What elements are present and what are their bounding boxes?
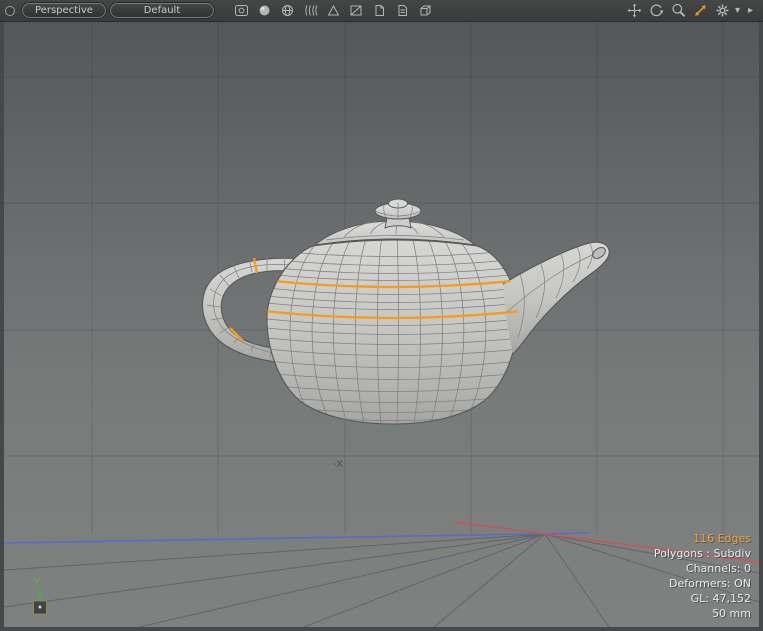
y-axis-label: Y xyxy=(33,577,41,588)
view-type-dropdown[interactable]: Perspective xyxy=(22,3,106,18)
render-preview-icon xyxy=(234,4,249,17)
fit-view-icon xyxy=(693,3,708,18)
3d-viewport[interactable]: -X Y 116 Edges Polygons : Subdiv Channel… xyxy=(4,22,759,627)
shaded-sphere-button[interactable] xyxy=(255,2,274,19)
settings-button[interactable] xyxy=(713,2,732,19)
zoom-icon xyxy=(671,3,686,18)
box-icon xyxy=(418,4,433,17)
zoom-button[interactable] xyxy=(669,2,688,19)
hud-scale: 50 mm xyxy=(654,606,751,621)
box-button[interactable] xyxy=(416,2,435,19)
stripes-button[interactable] xyxy=(301,2,320,19)
orbit-icon xyxy=(649,3,664,18)
cone-button[interactable] xyxy=(324,2,343,19)
document-alt-button[interactable] xyxy=(393,2,412,19)
render-preview-button[interactable] xyxy=(232,2,251,19)
pan-icon xyxy=(627,3,642,18)
wire-sphere-button[interactable] xyxy=(278,2,297,19)
hud-edges: 116 Edges xyxy=(654,531,751,546)
document-button[interactable] xyxy=(370,2,389,19)
shading-style-dropdown[interactable]: Default xyxy=(110,3,214,18)
viewport-window: Perspective Default ▾ ▸ xyxy=(0,0,763,631)
corner-square-button[interactable] xyxy=(347,2,366,19)
teapot-lid xyxy=(315,199,475,245)
origin-dot xyxy=(39,606,42,609)
flyout-arrow-icon[interactable]: ▸ xyxy=(748,5,758,16)
workplane-axis-label: -X xyxy=(333,459,343,470)
z-axis-line xyxy=(4,533,589,543)
corner-square-icon xyxy=(349,4,364,17)
teapot-spout xyxy=(503,242,609,354)
settings-dropdown-arrow-icon[interactable]: ▾ xyxy=(735,5,745,16)
gear-icon xyxy=(715,3,730,18)
shaded-sphere-icon xyxy=(257,4,272,17)
origin-axis-widget: Y xyxy=(28,573,68,619)
wire-sphere-icon xyxy=(280,4,295,17)
scene-canvas xyxy=(4,22,759,627)
shading-icon-group xyxy=(232,2,435,19)
orbit-button[interactable] xyxy=(647,2,666,19)
teapot-body xyxy=(266,236,520,424)
hud-deformers: Deformers: ON xyxy=(654,576,751,591)
hud-channels: Channels: 0 xyxy=(654,561,751,576)
viewport-toolbar: Perspective Default ▾ ▸ xyxy=(0,0,763,22)
ground-grid xyxy=(4,534,759,627)
cone-icon xyxy=(326,4,341,17)
hud-gl: GL: 47,152 xyxy=(654,591,751,606)
pan-button[interactable] xyxy=(625,2,644,19)
viewport-options-dot[interactable] xyxy=(5,6,15,16)
fit-view-button[interactable] xyxy=(691,2,710,19)
nav-icon-group: ▾ ▸ xyxy=(625,2,758,19)
document-alt-icon xyxy=(395,4,410,17)
selection-info-hud: 116 Edges Polygons : Subdiv Channels: 0 … xyxy=(654,531,751,621)
hud-polygons: Polygons : Subdiv xyxy=(654,546,751,561)
document-icon xyxy=(372,4,387,17)
stripes-icon xyxy=(303,4,318,17)
teapot-model[interactable] xyxy=(202,199,609,424)
